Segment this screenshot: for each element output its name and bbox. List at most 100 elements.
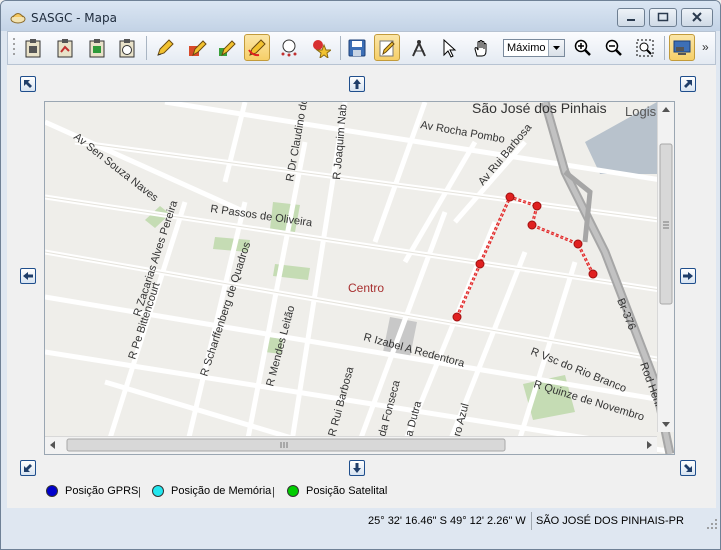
pan-northeast-button[interactable]	[680, 76, 696, 92]
route-point[interactable]	[573, 239, 583, 249]
maximize-button[interactable]	[649, 8, 677, 27]
favorite-point-button[interactable]	[308, 34, 334, 61]
cyan-dot-icon	[152, 485, 164, 497]
map-canvas[interactable]: São José dos Pinhais Logis Av Rocha Pomb…	[44, 101, 675, 455]
vehicle-view-button[interactable]	[669, 34, 695, 61]
pan-northwest-button[interactable]	[20, 76, 36, 92]
scroll-left-icon	[50, 441, 55, 449]
status-divider	[531, 512, 532, 530]
pencil-icon	[157, 38, 174, 56]
draw-button[interactable]	[152, 34, 178, 61]
title-bar: SASGC - Mapa	[1, 1, 720, 31]
zoom-extent-icon	[636, 39, 654, 56]
toolbar-overflow-button[interactable]: »	[702, 40, 709, 54]
minimize-icon	[627, 19, 635, 21]
status-coordinates: 25° 32' 16.46" S 49° 12' 2.26" W	[368, 515, 526, 527]
legend-separator: |	[138, 486, 141, 498]
pan-south-button[interactable]	[349, 460, 365, 476]
horizontal-scrollbar[interactable]	[45, 436, 657, 454]
minimize-button[interactable]	[617, 8, 645, 27]
pencil-green-icon	[219, 39, 236, 56]
br-points-icon	[281, 39, 297, 56]
pan-east-button[interactable]	[680, 268, 696, 284]
route-point[interactable]	[475, 259, 485, 269]
clipboard-chart-icon	[57, 38, 73, 57]
blue-dot-icon	[46, 485, 58, 497]
app-icon	[10, 13, 26, 24]
toolbar-separator	[340, 36, 341, 60]
pan-north-button[interactable]	[349, 76, 365, 92]
close-icon	[692, 12, 702, 22]
pencil-area-icon	[189, 39, 207, 56]
br-report-button[interactable]	[114, 34, 140, 61]
legend-gprs-label: Posição GPRS	[65, 485, 139, 497]
zoom-in-button[interactable]	[570, 34, 596, 61]
clipboard-icon	[25, 38, 41, 57]
save-button[interactable]	[344, 34, 370, 61]
status-city: SÃO JOSÉ DOS PINHAIS-PR	[536, 515, 684, 527]
window-title: SASGC - Mapa	[31, 11, 117, 25]
arrow-up-icon	[353, 79, 361, 89]
select-button[interactable]	[436, 34, 462, 61]
route-point[interactable]	[532, 201, 542, 211]
clipboard-green-icon	[89, 38, 105, 57]
pencil-edit-icon	[379, 40, 395, 56]
measure-button[interactable]	[406, 34, 432, 61]
toolbar-separator	[664, 36, 665, 60]
route-point[interactable]	[505, 192, 515, 202]
map-label-centro: Centro	[348, 281, 384, 295]
pan-southeast-button[interactable]	[680, 460, 696, 476]
draw-route-button[interactable]	[244, 34, 270, 61]
toolbar-separator	[146, 36, 147, 60]
pan-southwest-button[interactable]	[20, 460, 36, 476]
arrow-down-right-icon	[684, 464, 692, 472]
zoom-out-button[interactable]	[601, 34, 627, 61]
route-point[interactable]	[452, 312, 462, 322]
resize-grip-icon[interactable]	[707, 519, 718, 530]
maximize-icon	[657, 12, 669, 22]
pan-west-button[interactable]	[20, 268, 36, 284]
status-report-button[interactable]	[84, 34, 110, 61]
br-points-button[interactable]	[276, 34, 302, 61]
arrow-down-left-icon	[24, 464, 32, 472]
chart-report-button[interactable]	[52, 34, 78, 61]
hand-icon	[474, 39, 487, 56]
arrow-left-icon	[23, 272, 33, 280]
toolbar: Máximo »	[7, 31, 716, 65]
map-label-city: São José dos Pinhais	[472, 102, 607, 116]
floppy-disk-icon	[348, 39, 366, 56]
legend-satelital: Posição Satelital	[287, 485, 387, 497]
zoom-level-select[interactable]: Máximo	[503, 39, 565, 57]
vertical-scrollbar[interactable]	[657, 102, 674, 432]
legend-separator: |	[272, 486, 275, 498]
zoom-in-icon	[574, 39, 591, 56]
route-point[interactable]	[588, 269, 598, 279]
scroll-up-icon	[662, 107, 670, 112]
arrow-up-right-icon	[684, 80, 692, 88]
map-window: SASGC - Mapa Máximo » São José dos Pinha…	[0, 0, 721, 550]
status-bar: 25° 32' 16.46" S 49° 12' 2.26" W SÃO JOS…	[1, 507, 720, 533]
edit-button[interactable]	[374, 34, 400, 61]
toolbar-grip	[13, 38, 15, 55]
pencil-route-icon	[248, 38, 266, 56]
legend-satelital-label: Posição Satelital	[306, 485, 388, 497]
close-button[interactable]	[681, 8, 713, 27]
cursor-arrow-icon	[443, 38, 457, 58]
pan-button[interactable]	[468, 34, 494, 61]
map-area: São José dos Pinhais Logis Av Rocha Pomb…	[7, 65, 716, 508]
legend-memoria: Posição de Memória	[152, 485, 271, 497]
route-point[interactable]	[527, 220, 537, 230]
chevron-down-icon	[548, 40, 564, 56]
zoom-extent-button[interactable]	[632, 34, 658, 61]
scroll-down-icon	[662, 422, 670, 427]
draw-green-button[interactable]	[214, 34, 240, 61]
report-button[interactable]	[20, 34, 46, 61]
map-label-logis: Logis	[625, 104, 657, 119]
arrow-right-icon	[683, 272, 693, 280]
draw-area-button[interactable]	[184, 34, 210, 61]
compass-icon	[412, 39, 426, 56]
horizontal-scroll-thumb[interactable]	[66, 438, 506, 452]
green-dot-icon	[287, 485, 299, 497]
zoom-level-value: Máximo	[507, 42, 546, 54]
vertical-scroll-thumb[interactable]	[659, 143, 673, 305]
